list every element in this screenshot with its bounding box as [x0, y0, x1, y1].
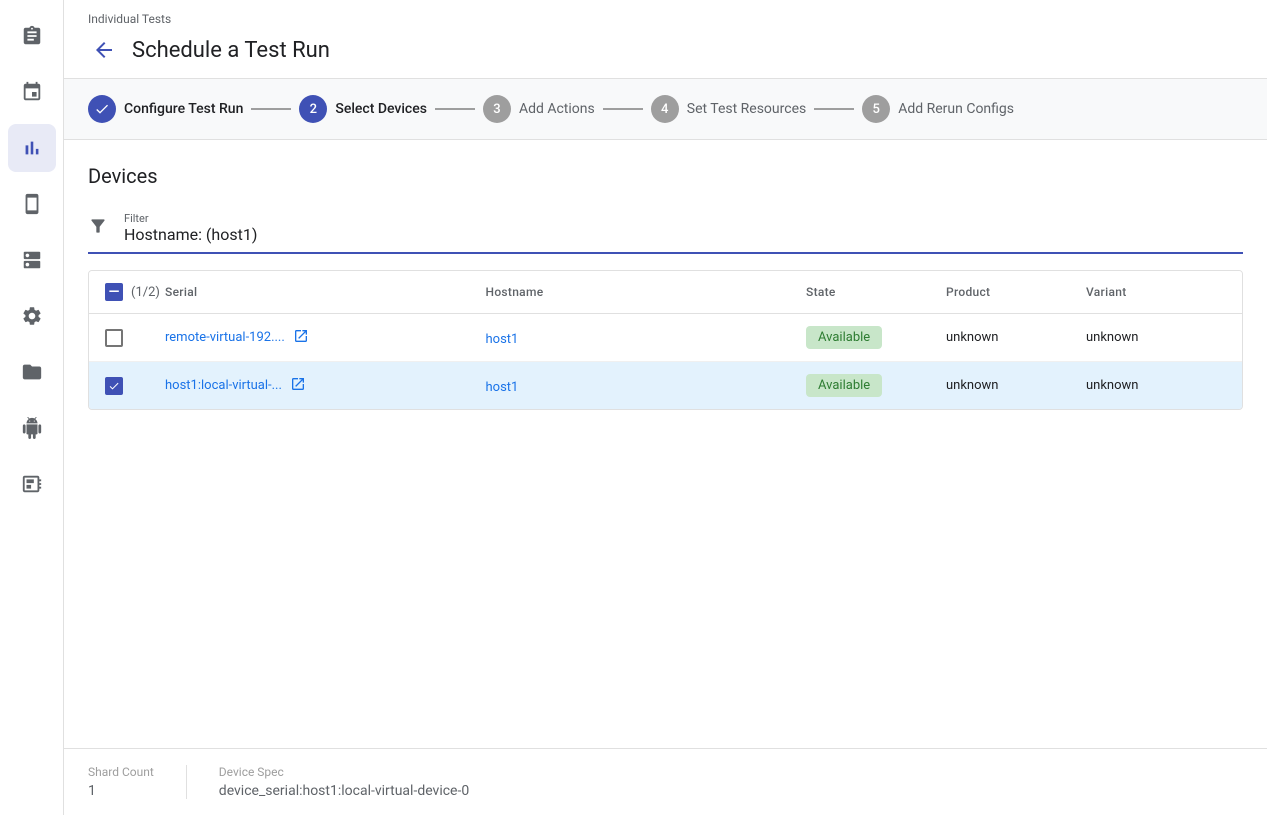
row-2-hostname: host1: [486, 376, 807, 395]
table-row[interactable]: host1:local-virtual-... host1 Available …: [89, 362, 1242, 409]
sidebar-item-servers[interactable]: [8, 236, 56, 284]
sidebar-item-android[interactable]: [8, 404, 56, 452]
connector-2: [435, 108, 475, 110]
step-5-label: Add Rerun Configs: [898, 101, 1014, 117]
filter-content: Filter Hostname: (host1): [124, 212, 257, 244]
col-variant: Variant: [1086, 285, 1226, 299]
col-product: Product: [946, 285, 1086, 299]
row-2-variant: unknown: [1086, 378, 1226, 393]
step-5: 5 Add Rerun Configs: [862, 95, 1014, 123]
step-1-circle: [88, 95, 116, 123]
row-2-product: unknown: [946, 378, 1086, 393]
page-title: Schedule a Test Run: [132, 38, 330, 63]
row-2-serial: host1:local-virtual-...: [165, 376, 486, 396]
content-area: Devices Filter Hostname: (host1) — (1/2)…: [64, 140, 1267, 748]
step-1: Configure Test Run: [88, 95, 243, 123]
sidebar-item-chart[interactable]: [8, 124, 56, 172]
shard-count-value: 1: [88, 783, 154, 799]
header: Individual Tests Schedule a Test Run: [64, 0, 1267, 79]
shard-count-field: Shard Count 1: [88, 765, 154, 799]
step-3-label: Add Actions: [519, 101, 595, 117]
step-4: 4 Set Test Resources: [651, 95, 806, 123]
step-4-label: Set Test Resources: [687, 101, 806, 117]
back-button[interactable]: [88, 34, 120, 66]
step-2-circle: 2: [299, 95, 327, 123]
step-1-label: Configure Test Run: [124, 101, 243, 117]
step-2-label: Select Devices: [335, 101, 427, 117]
step-4-circle: 4: [651, 95, 679, 123]
row-2-external-link-icon[interactable]: [290, 376, 306, 396]
main-content: Individual Tests Schedule a Test Run Con…: [64, 0, 1267, 815]
row-1-product: unknown: [946, 330, 1086, 345]
devices-table: — (1/2) Serial Hostname State Product Va…: [88, 270, 1243, 410]
devices-title: Devices: [88, 164, 1243, 188]
step-2: 2 Select Devices: [299, 95, 427, 123]
filter-value: Hostname: (host1): [124, 225, 257, 244]
select-all-checkbox[interactable]: —: [105, 283, 123, 301]
row-1-checkbox-cell[interactable]: [105, 329, 165, 347]
row-2-serial-link[interactable]: host1:local-virtual-...: [165, 378, 282, 393]
row-2-state: Available: [806, 374, 946, 397]
sidebar-item-calendar[interactable]: [8, 68, 56, 116]
row-1-hostname: host1: [486, 328, 807, 347]
filter-label: Filter: [124, 212, 257, 225]
shard-count-label: Shard Count: [88, 765, 154, 779]
filter-icon: [88, 216, 108, 241]
device-spec-field: Device Spec device_serial:host1:local-vi…: [219, 765, 469, 799]
device-spec-value: device_serial:host1:local-virtual-device…: [219, 783, 469, 799]
sidebar-item-folder[interactable]: [8, 348, 56, 396]
sidebar-item-clipboard[interactable]: [8, 12, 56, 60]
col-serial: Serial: [165, 285, 486, 299]
step-5-circle: 5: [862, 95, 890, 123]
col-state: State: [806, 285, 946, 299]
row-1-variant: unknown: [1086, 330, 1226, 345]
connector-1: [251, 108, 291, 110]
sidebar-item-phone[interactable]: [8, 180, 56, 228]
connector-4: [814, 108, 854, 110]
sidebar: [0, 0, 64, 815]
row-1-external-link-icon[interactable]: [293, 328, 309, 348]
row-1-hostname-link[interactable]: host1: [486, 332, 519, 347]
table-header: — (1/2) Serial Hostname State Product Va…: [89, 271, 1242, 314]
step-3: 3 Add Actions: [483, 95, 595, 123]
filter-bar[interactable]: Filter Hostname: (host1): [88, 204, 1243, 254]
row-count: (1/2): [131, 285, 160, 300]
row-1-state: Available: [806, 326, 946, 349]
row-2-hostname-link[interactable]: host1: [486, 380, 519, 395]
row-1-serial-link[interactable]: remote-virtual-192....: [165, 330, 285, 345]
table-row[interactable]: remote-virtual-192.... host1 Available u…: [89, 314, 1242, 362]
device-spec-label: Device Spec: [219, 765, 469, 779]
stepper: Configure Test Run 2 Select Devices 3 Ad…: [64, 79, 1267, 140]
sidebar-item-settings[interactable]: [8, 292, 56, 340]
col-hostname: Hostname: [486, 285, 807, 299]
bottom-bar: Shard Count 1 Device Spec device_serial:…: [64, 748, 1267, 815]
breadcrumb: Individual Tests: [88, 12, 1243, 26]
step-3-circle: 3: [483, 95, 511, 123]
row-2-checkbox-cell[interactable]: [105, 377, 165, 395]
row-1-checkbox[interactable]: [105, 329, 123, 347]
row-1-serial: remote-virtual-192....: [165, 328, 486, 348]
row-2-checkbox[interactable]: [105, 377, 123, 395]
row-1-state-badge: Available: [806, 326, 882, 349]
row-2-state-badge: Available: [806, 374, 882, 397]
sidebar-item-activity[interactable]: [8, 460, 56, 508]
select-all-cell[interactable]: — (1/2): [105, 283, 165, 301]
connector-3: [603, 108, 643, 110]
bottom-divider: [186, 765, 187, 799]
